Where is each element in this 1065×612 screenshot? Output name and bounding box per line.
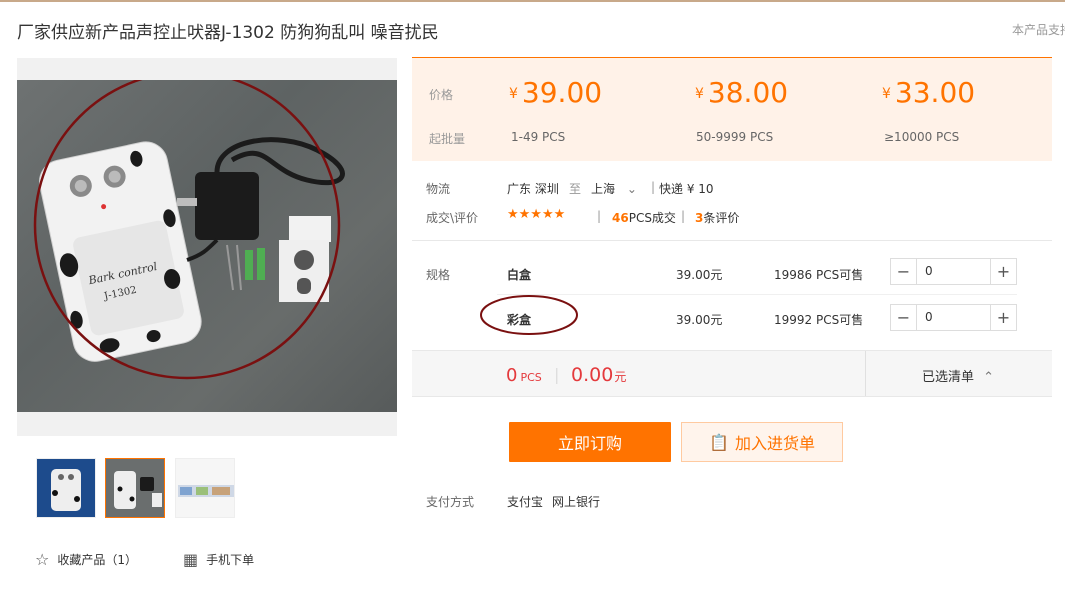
selected-count: 0 PCS [506, 365, 542, 386]
increment-button[interactable]: + [990, 259, 1016, 284]
support-text[interactable]: 本产品支持 [1012, 21, 1065, 38]
clipboard-icon: 📋 [709, 432, 729, 452]
rating-stars: ★★★★★ [507, 207, 566, 222]
top-border [0, 0, 1065, 2]
quantity-input[interactable]: 0 [917, 259, 990, 284]
divider-1 [412, 240, 1052, 241]
payment-label: 支付方式 [426, 495, 475, 509]
ship-from: 广东 深圳 [507, 182, 559, 196]
thumbnail-2[interactable] [105, 458, 165, 518]
moq-tier-1: 1-49 PCS [511, 130, 566, 144]
annotation-circle [480, 295, 578, 335]
spec-label: 规格 [426, 268, 451, 282]
ship-to-word: 至 [569, 182, 582, 196]
summary-separator: | [554, 365, 560, 384]
payment-alipay: 支付宝 [507, 495, 544, 509]
chevron-up-icon: ⌃ [983, 370, 995, 385]
mobile-order-label: 手机下单 [206, 553, 255, 567]
spec-stock-2: 19992 PCS可售 [774, 313, 864, 327]
selected-total: 0.00元 [571, 364, 627, 386]
moq-tier-3: ≥10000 PCS [884, 130, 960, 144]
chevron-down-icon: ⌄ [626, 182, 637, 196]
thumbnail-1[interactable] [36, 458, 96, 518]
product-photo: Bark control J-1302 [17, 80, 397, 412]
spec-name-1: 白盒 [507, 268, 532, 282]
moq-label: 起批量 [429, 132, 466, 146]
price-tier-1: ¥39.00 [509, 76, 603, 109]
order-summary: 0 PCS | 0.00元 已选清单 ⌃ [412, 350, 1052, 397]
thumbnail-3[interactable] [175, 458, 235, 518]
main-product-image[interactable]: Bark control J-1302 [17, 58, 397, 436]
shipping-fee: 快递 ¥ 10 [659, 182, 714, 196]
spec-price-2: 39.00元 [676, 313, 723, 327]
deals-separator-2: | [681, 209, 686, 223]
star-outline-icon: ☆ [35, 550, 50, 569]
deals-separator: | [597, 209, 602, 223]
product-title: 厂家供应新产品声控止吠器J-1302 防狗狗乱叫 噪音扰民 [17, 23, 439, 43]
ship-to-select[interactable]: 上海 ⌄ [591, 180, 637, 197]
ship-separator: | [651, 180, 656, 194]
moq-tier-2: 50-9999 PCS [696, 130, 774, 144]
decrement-button[interactable]: − [891, 305, 917, 330]
logistics-label: 物流 [426, 182, 451, 196]
sold-count[interactable]: 46PCS成交 [612, 209, 676, 226]
price-panel: 价格 起批量 ¥39.00 ¥38.00 ¥33.00 1-49 PCS 50-… [412, 57, 1052, 161]
increment-button[interactable]: + [990, 305, 1016, 330]
price-tier-3: ¥33.00 [882, 76, 976, 109]
selected-list-toggle[interactable]: 已选清单 ⌃ [922, 366, 994, 385]
price-tier-2: ¥38.00 [695, 76, 789, 109]
quantity-input[interactable]: 0 [917, 305, 990, 330]
decrement-button[interactable]: − [891, 259, 917, 284]
price-label: 价格 [429, 88, 454, 102]
buy-now-button[interactable]: 立即订购 [509, 422, 671, 462]
quantity-stepper-2: − 0 + [890, 304, 1017, 331]
qr-code-icon: ▦ [183, 550, 199, 569]
mobile-order-button[interactable]: ▦ 手机下单 [183, 550, 254, 569]
spec-price-1: 39.00元 [676, 268, 723, 282]
favorite-label: 收藏产品（1） [57, 553, 137, 567]
quantity-stepper-1: − 0 + [890, 258, 1017, 285]
review-count[interactable]: 3条评价 [695, 209, 739, 226]
add-to-list-button[interactable]: 📋 加入进货单 [681, 422, 843, 462]
spec-stock-1: 19986 PCS可售 [774, 268, 864, 282]
payment-bank: 网上银行 [552, 495, 601, 509]
favorite-button[interactable]: ☆ 收藏产品（1） [35, 550, 137, 569]
deals-label: 成交\评价 [426, 211, 479, 225]
summary-divider [865, 351, 866, 396]
add-to-list-label: 加入进货单 [734, 434, 815, 453]
